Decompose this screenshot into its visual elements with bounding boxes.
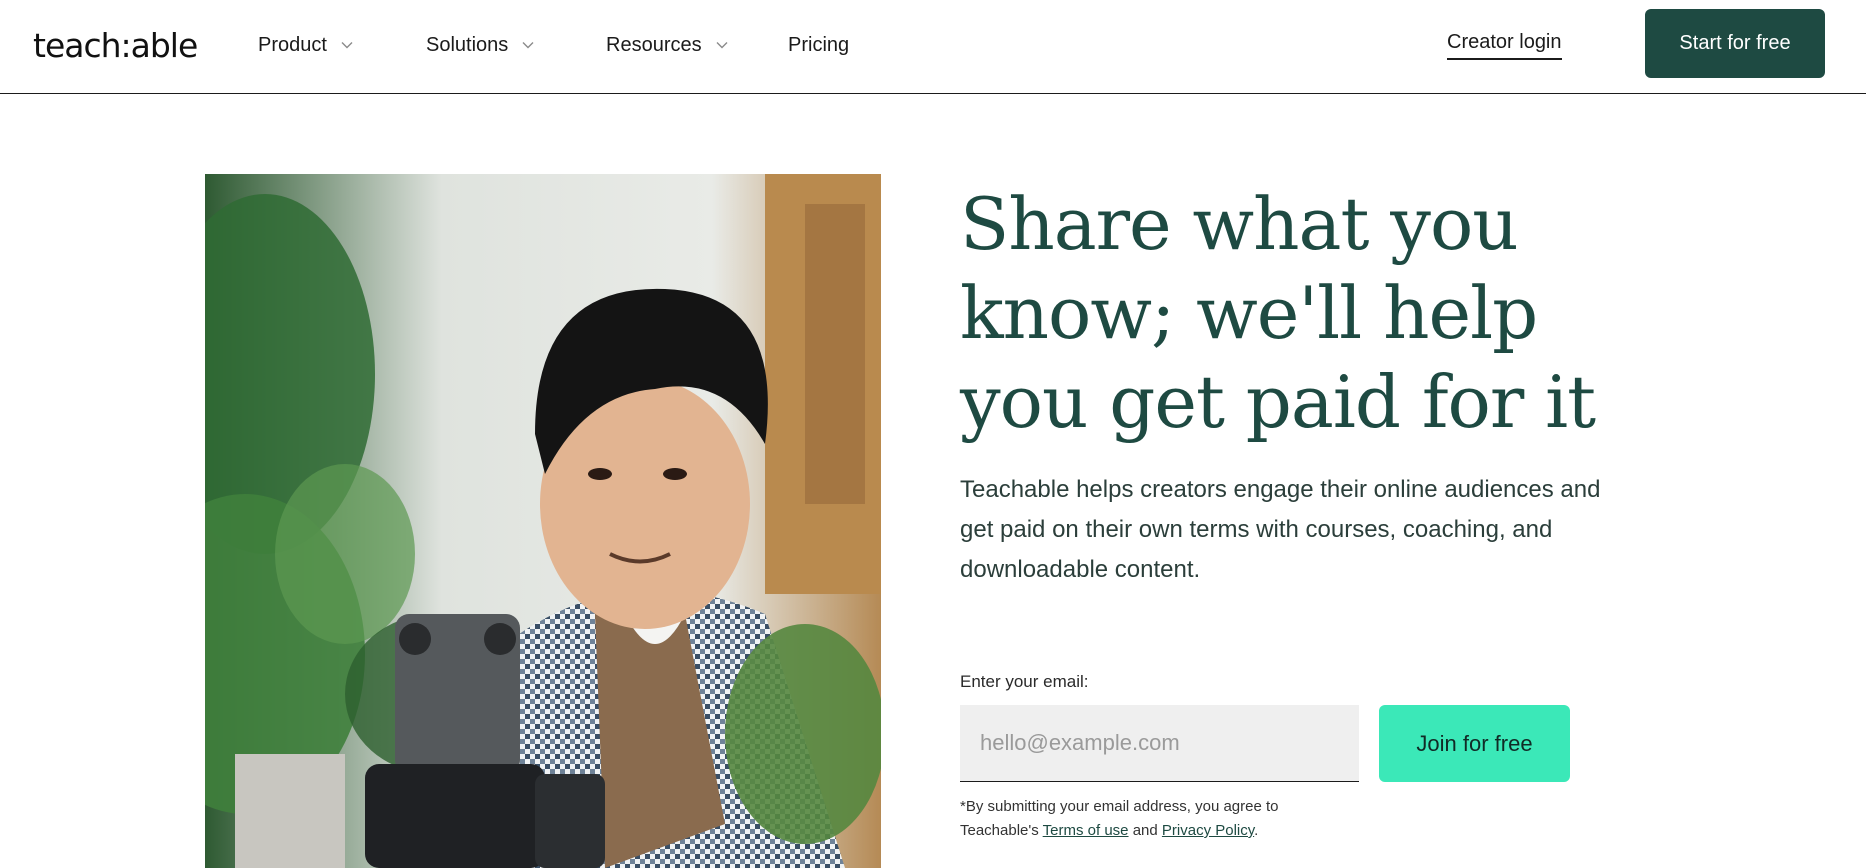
email-label: Enter your email: [960,672,1089,691]
top-navigation: teach:able Product Solutions Resources P… [0,0,1866,94]
email-disclaimer: *By submitting your email address, you a… [960,795,1320,843]
disclaimer-suffix: . [1254,822,1259,839]
start-for-free-button[interactable]: Start for free [1645,9,1825,78]
nav-item-label: Product [258,34,327,56]
chevron-down-icon [716,41,728,51]
nav-item-label: Pricing [788,34,850,56]
hero-photo [205,174,881,868]
hero-headline: Share what you know; we'll help you get … [960,182,1596,444]
teachable-logo[interactable]: teach:able [33,26,198,65]
chevron-down-icon [522,41,534,51]
hero-subheadline: Teachable helps creators engage their on… [960,476,1601,583]
privacy-policy-link[interactable]: Privacy Policy [1162,822,1254,839]
nav-item-label: Solutions [426,34,509,56]
creator-login-link[interactable]: Creator login [1447,31,1562,60]
disclaimer-and: and [1128,822,1162,839]
creator-filming-photo [205,174,881,868]
chevron-down-icon [341,41,353,51]
nav-item-pricing[interactable]: Pricing [788,34,849,57]
nav-item-resources[interactable]: Resources [606,34,728,57]
nav-item-solutions[interactable]: Solutions [426,34,534,57]
terms-of-use-link[interactable]: Terms of use [1043,822,1129,839]
join-for-free-button[interactable]: Join for free [1379,705,1570,782]
nav-item-product[interactable]: Product [258,34,353,57]
email-input[interactable] [960,705,1359,782]
nav-item-label: Resources [606,34,702,56]
